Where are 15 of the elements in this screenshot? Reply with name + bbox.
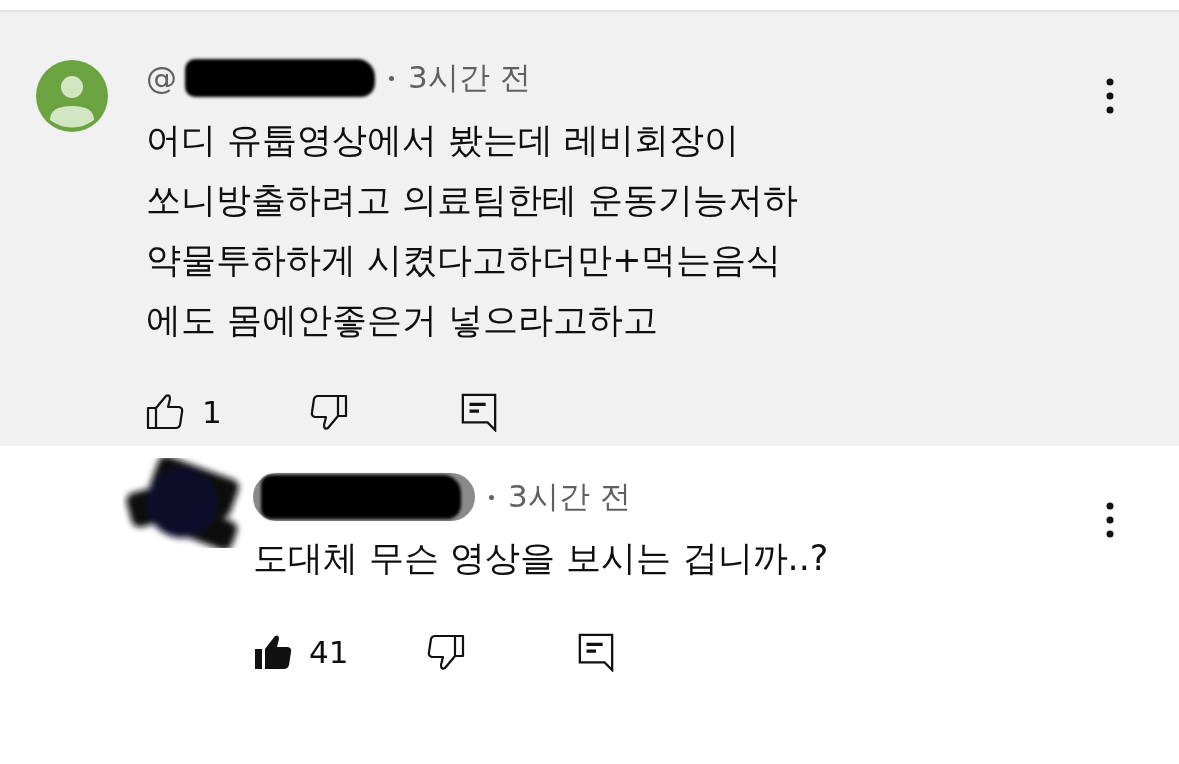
comment-icon bbox=[577, 632, 615, 672]
comment-icon bbox=[460, 392, 498, 432]
comment-text: 도대체 무슨 영상을 보시는 겁니까..? bbox=[253, 537, 830, 580]
like-button[interactable]: 1 bbox=[146, 392, 308, 432]
like-button[interactable]: 41 bbox=[253, 632, 425, 672]
comment-time: 3시간 전 bbox=[508, 477, 631, 516]
thumbs-down-icon bbox=[308, 392, 348, 432]
author-handle[interactable]: @ bbox=[146, 60, 177, 96]
avatar-icon[interactable] bbox=[36, 60, 108, 132]
comment-text: 어디 유툽영상에서 봤는데 레비회장이 쏘니방출하려고 의료팀한테 운동기능저하 약물투하하게 시켰다고하더만+먹는음식 에도 몸에안좋은거 넣으라고하고 bbox=[146, 119, 800, 342]
thumbs-up-icon bbox=[146, 392, 186, 432]
author-chip[interactable] bbox=[253, 473, 475, 521]
thumbs-up-icon bbox=[253, 632, 293, 672]
comment-time: 3시간 전 bbox=[408, 58, 531, 97]
thumbs-down-icon bbox=[425, 632, 465, 672]
